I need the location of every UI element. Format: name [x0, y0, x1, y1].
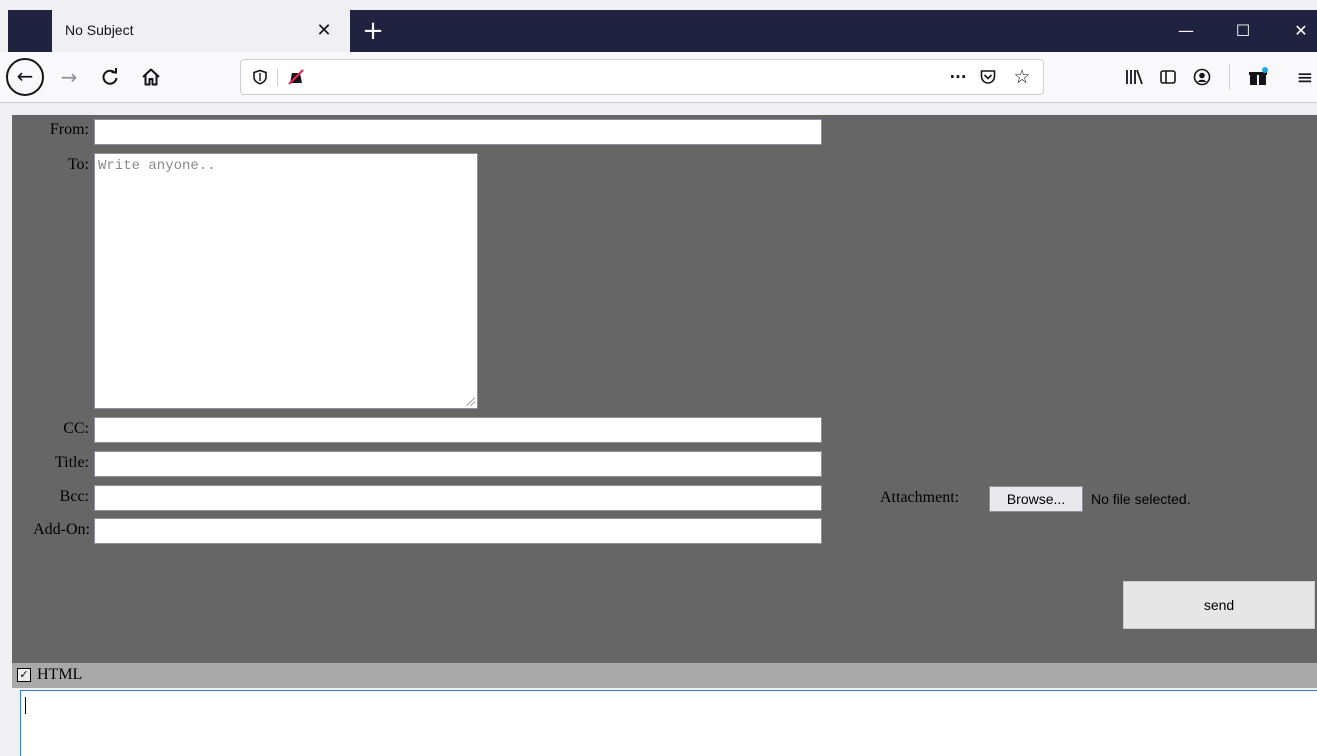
html-label: HTML — [37, 666, 83, 683]
message-editor[interactable] — [20, 690, 1317, 756]
tab-title: No Subject — [65, 22, 134, 38]
addon-field[interactable] — [94, 518, 822, 544]
window-close-icon[interactable]: ✕ — [1286, 18, 1316, 44]
attachment-label: Attachment: — [880, 489, 960, 506]
send-button[interactable]: send — [1123, 581, 1315, 629]
compose-form: From: To: Write anyone.. CC: Title: Bcc:… — [12, 115, 1317, 663]
maximize-icon[interactable]: ☐ — [1228, 18, 1258, 44]
from-field[interactable] — [94, 119, 822, 145]
url-text[interactable] — [327, 66, 927, 88]
to-textarea[interactable]: Write anyone.. — [94, 153, 478, 409]
bookmark-star-icon[interactable]: ☆ — [1011, 66, 1033, 88]
url-divider — [277, 68, 278, 86]
close-icon[interactable]: ✕ — [312, 19, 336, 43]
cc-field[interactable] — [94, 417, 822, 443]
to-label: To: — [67, 156, 89, 173]
more-icon[interactable]: ··· — [947, 66, 969, 88]
bcc-label: Bcc: — [59, 488, 89, 505]
browse-button[interactable]: Browse... — [989, 486, 1083, 512]
toolbar-divider — [1229, 64, 1230, 90]
library-icon[interactable] — [1118, 61, 1150, 93]
resize-grip-icon[interactable] — [465, 396, 475, 406]
sidebar-icon[interactable] — [1152, 61, 1184, 93]
home-icon[interactable] — [135, 61, 167, 93]
tab-strip: No Subject ✕ + — ☐ ✕ — [8, 10, 1317, 52]
extensions-icon[interactable] — [1242, 61, 1274, 93]
cc-label: CC: — [63, 420, 89, 437]
account-icon[interactable] — [1186, 61, 1218, 93]
menu-icon[interactable]: ≡ — [1292, 61, 1317, 93]
addon-label: Add-On: — [33, 521, 90, 538]
html-toggle-bar: ✓ HTML — [12, 663, 1317, 688]
title-label: Title: — [54, 454, 89, 471]
html-checkbox[interactable]: ✓ — [17, 668, 31, 682]
no-file-text: No file selected. — [1091, 491, 1191, 507]
title-field[interactable] — [94, 451, 822, 477]
tracking-blocked-icon[interactable] — [285, 66, 307, 88]
address-bar[interactable]: ··· ☆ — [240, 59, 1044, 95]
to-placeholder: Write anyone.. — [98, 158, 216, 174]
nav-bar: ← → ··· ☆ ≡ — [0, 52, 1317, 103]
reload-icon[interactable] — [94, 61, 126, 93]
shield-icon[interactable] — [249, 66, 271, 88]
forward-icon[interactable]: → — [53, 61, 85, 93]
plus-icon[interactable]: + — [358, 16, 388, 46]
tab-active[interactable]: No Subject ✕ — [52, 10, 350, 52]
pocket-icon[interactable] — [977, 66, 999, 88]
minimize-icon[interactable]: — — [1171, 18, 1201, 44]
from-label: From: — [49, 121, 89, 138]
back-icon[interactable]: ← — [6, 58, 44, 96]
text-caret — [25, 697, 26, 714]
bcc-field[interactable] — [94, 485, 822, 511]
